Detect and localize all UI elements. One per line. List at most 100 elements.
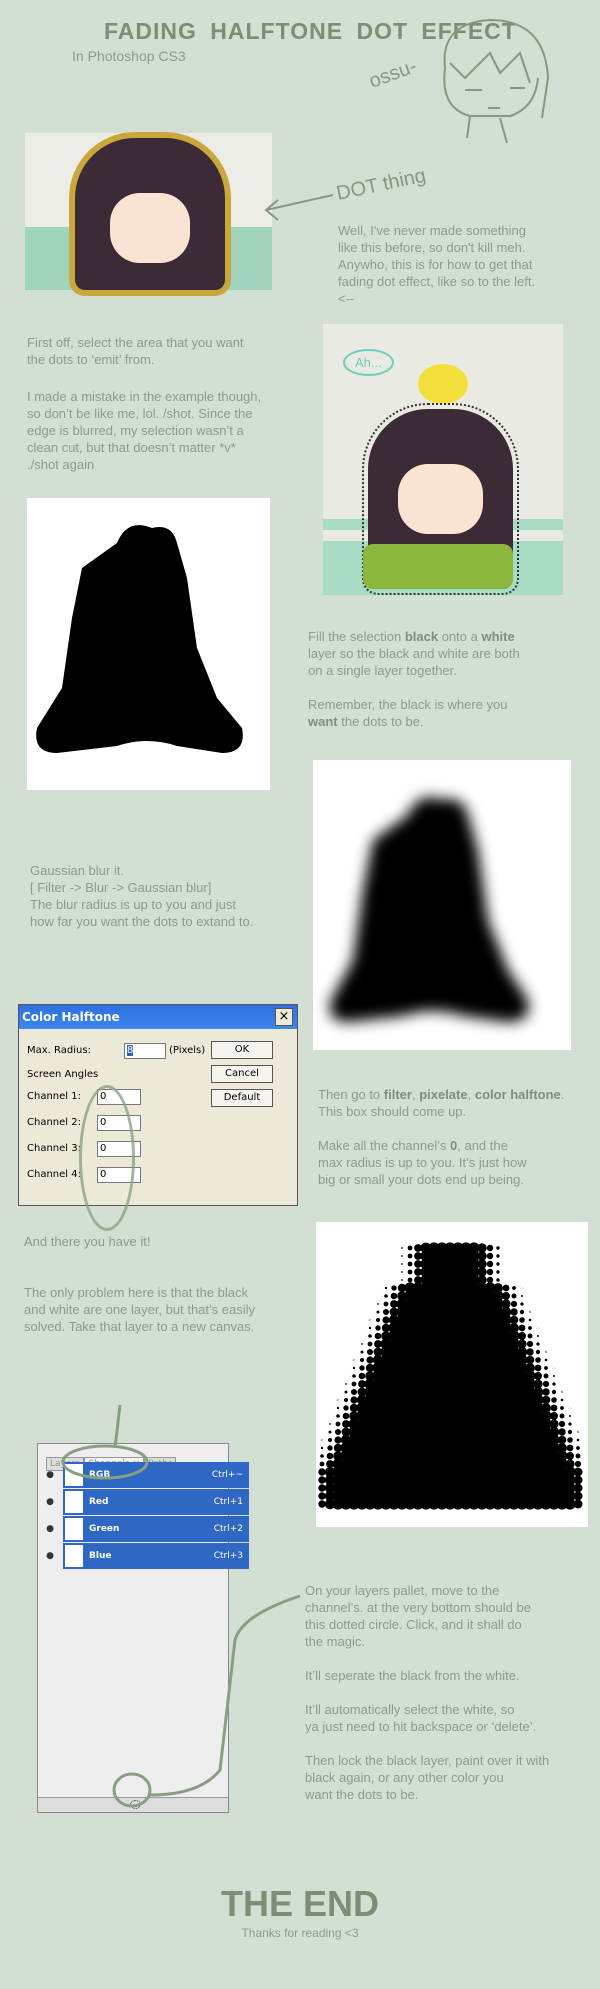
halftone-dot bbox=[477, 1251, 487, 1261]
eye-icon[interactable]: ● bbox=[41, 1516, 59, 1542]
tutorial-page: FADING HALFTONE DOT EFFECT In Photoshop … bbox=[0, 0, 600, 1989]
halftone-dot bbox=[335, 1429, 341, 1435]
halftone-dot bbox=[568, 1422, 572, 1426]
halftone-dot bbox=[327, 1437, 333, 1443]
halftone-dot bbox=[496, 1262, 500, 1266]
halftone-dot bbox=[352, 1366, 356, 1370]
max-radius-input[interactable]: 8 bbox=[127, 1045, 134, 1056]
halftone-dot bbox=[502, 1292, 510, 1300]
halftone-dot bbox=[496, 1254, 500, 1258]
halftone-dot bbox=[336, 1406, 340, 1410]
svg-text:ossu-: ossu- bbox=[370, 55, 420, 92]
halftone-dot bbox=[336, 1414, 340, 1418]
close-button[interactable]: × bbox=[275, 1008, 293, 1026]
halftone-dot bbox=[526, 1340, 534, 1348]
halftone-dot bbox=[326, 1452, 334, 1460]
default-button[interactable]: Default bbox=[211, 1089, 273, 1107]
halftone-dot bbox=[560, 1406, 564, 1410]
halftone-dot bbox=[551, 1389, 557, 1395]
halftone-dot bbox=[573, 1499, 583, 1509]
halftone-dot bbox=[496, 1270, 500, 1274]
halftone-dot bbox=[550, 1412, 558, 1420]
halftone-dot bbox=[553, 1375, 555, 1377]
halftone-dot bbox=[319, 1461, 325, 1467]
halftone-dot bbox=[401, 1263, 403, 1265]
halftone-dot bbox=[486, 1276, 494, 1284]
unit-label: (Pixels) bbox=[169, 1045, 206, 1056]
halftone-dot bbox=[486, 1268, 494, 1276]
halftone-dot bbox=[542, 1388, 550, 1396]
halftone-dot bbox=[351, 1389, 357, 1395]
halftone-dot bbox=[407, 1261, 413, 1267]
halftone-dot bbox=[569, 1415, 571, 1417]
halftone-dot bbox=[375, 1325, 381, 1331]
halftone-dot bbox=[401, 1279, 403, 1281]
halftone-result-image bbox=[316, 1222, 588, 1527]
channel-label: Channel 1: bbox=[27, 1091, 81, 1102]
halftone-dot bbox=[343, 1397, 349, 1403]
step1-text: First off, select the area that you want… bbox=[27, 335, 244, 367]
halftone-dot bbox=[567, 1437, 573, 1443]
halftone-dot bbox=[329, 1423, 331, 1425]
step5-title: And there you have it! bbox=[24, 1234, 151, 1249]
halftone-dot bbox=[401, 1247, 403, 1249]
halftone-dot bbox=[551, 1397, 557, 1403]
channel-label: Channel 2: bbox=[27, 1117, 81, 1128]
halftone-dot bbox=[529, 1311, 531, 1313]
step1-note: I made a mistake in the example though, … bbox=[27, 389, 262, 472]
halftone-dot bbox=[377, 1303, 379, 1305]
halftone-dot bbox=[509, 1315, 519, 1325]
halftone-dot bbox=[537, 1335, 539, 1337]
eye-icon[interactable]: ● bbox=[41, 1543, 59, 1569]
halftone-dot bbox=[510, 1300, 518, 1308]
halftone-dot bbox=[353, 1359, 355, 1361]
halftone-dot bbox=[525, 1355, 535, 1365]
halftone-dot bbox=[553, 1367, 555, 1369]
halftone-dot bbox=[351, 1381, 357, 1387]
speech-bubble: Ah... bbox=[343, 349, 394, 376]
halftone-dot bbox=[558, 1428, 566, 1436]
halftone-dot bbox=[369, 1319, 371, 1321]
halftone-dot bbox=[407, 1245, 413, 1251]
halftone-dot bbox=[577, 1431, 579, 1433]
halftone-dot bbox=[407, 1253, 413, 1259]
halftone-dot bbox=[320, 1446, 324, 1450]
halftone-dot bbox=[358, 1372, 366, 1380]
example-result-image bbox=[25, 133, 272, 290]
ok-button[interactable]: OK bbox=[211, 1041, 273, 1059]
eye-icon[interactable]: ● bbox=[41, 1489, 59, 1515]
halftone-dot bbox=[550, 1404, 558, 1412]
halftone-dot bbox=[569, 1407, 571, 1409]
halftone-dot bbox=[541, 1395, 551, 1405]
halftone-dot bbox=[345, 1375, 347, 1377]
halftone-dot bbox=[376, 1310, 380, 1314]
halftone-dot bbox=[520, 1302, 524, 1306]
eye-icon[interactable]: ● bbox=[41, 1462, 59, 1488]
halftone-dot bbox=[407, 1277, 413, 1283]
halftone-dot bbox=[535, 1357, 541, 1363]
halftone-dot bbox=[496, 1246, 500, 1250]
black-fill-image bbox=[27, 498, 270, 790]
dot-thing-annotation: DOT thing bbox=[264, 164, 428, 221]
halftone-dot bbox=[510, 1308, 518, 1316]
halftone-dot bbox=[511, 1293, 517, 1299]
halftone-dot bbox=[359, 1357, 365, 1363]
step5-text: The only problem here is that the black … bbox=[24, 1285, 256, 1334]
max-radius-label: Max. Radius: bbox=[27, 1045, 91, 1056]
halftone-dot bbox=[367, 1349, 373, 1355]
halftone-dot bbox=[576, 1446, 580, 1450]
halftone-dot bbox=[375, 1317, 381, 1323]
halftone-dot bbox=[519, 1309, 525, 1315]
halftone-dot bbox=[367, 1341, 373, 1347]
halftone-dot bbox=[559, 1413, 565, 1419]
selection-example-image: Ah... bbox=[323, 324, 563, 595]
step2-text: Fill the selection black onto a white la… bbox=[308, 629, 520, 729]
halftone-dot bbox=[477, 1259, 487, 1269]
halftone-dot bbox=[502, 1284, 510, 1292]
halftone-dot bbox=[345, 1383, 347, 1385]
halftone-dot bbox=[527, 1333, 533, 1339]
halftone-dot bbox=[477, 1243, 487, 1253]
cancel-button[interactable]: Cancel bbox=[211, 1065, 273, 1083]
halftone-dot bbox=[384, 1294, 388, 1298]
halftone-dot bbox=[391, 1285, 397, 1291]
